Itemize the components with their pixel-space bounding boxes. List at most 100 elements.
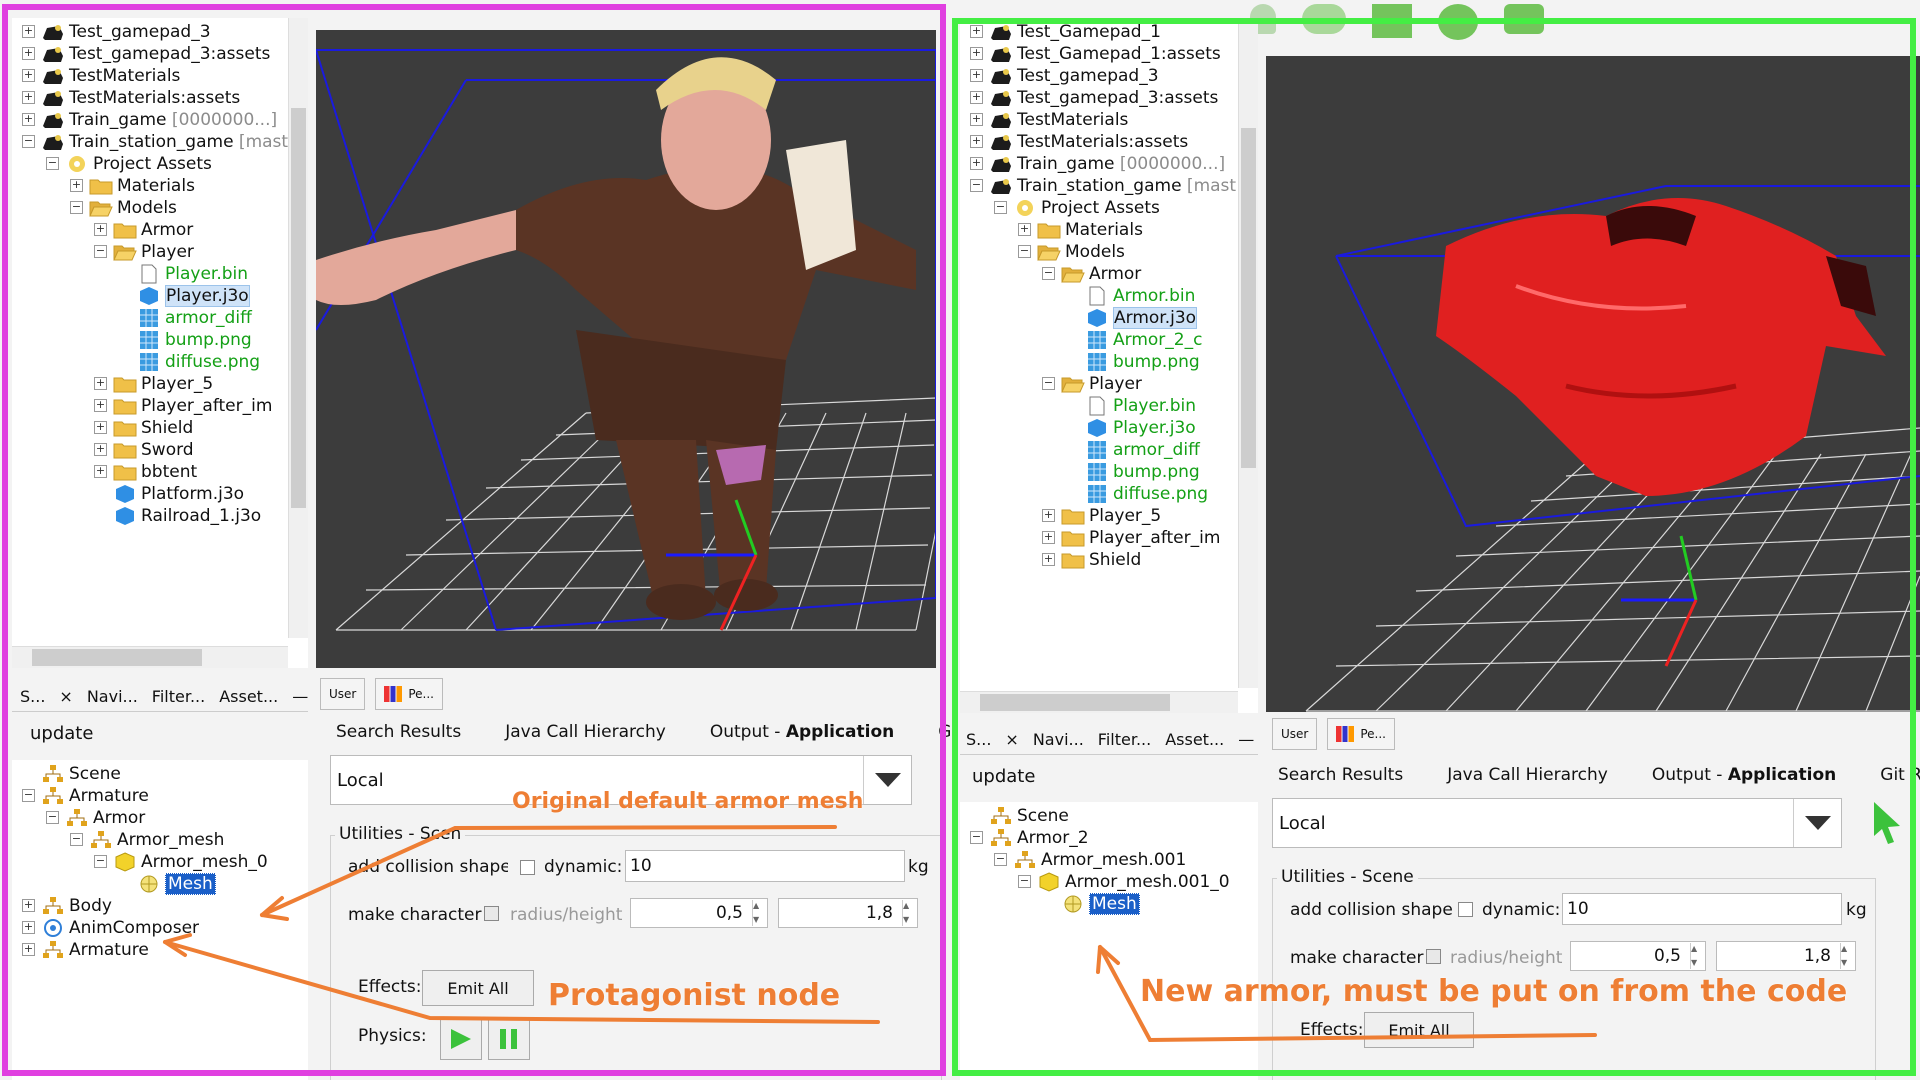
tab-asset-right[interactable]: Asset... (1165, 730, 1224, 749)
radius-input-right[interactable]: 0,5 (1570, 941, 1706, 971)
scene-viewport[interactable] (316, 30, 936, 668)
tab-scene-explorer-right[interactable]: S... (966, 730, 991, 749)
expand-toggle-icon[interactable]: + (1018, 223, 1031, 236)
scene-tree-item-row[interactable]: Mesh (1042, 890, 1140, 917)
collapse-toggle-icon[interactable]: − (22, 135, 35, 148)
tab-java-call-hierarchy[interactable]: Java Call Hierarchy (505, 722, 666, 742)
close-tab-icon-right[interactable]: × (1005, 730, 1018, 749)
pause-physics-button[interactable] (488, 1018, 530, 1060)
expand-toggle-icon[interactable]: + (970, 25, 983, 38)
collapse-toggle-icon[interactable]: − (994, 853, 1007, 866)
collapse-toggle-icon[interactable]: − (970, 179, 983, 192)
collapse-toggle-icon[interactable]: − (1042, 377, 1055, 390)
minimize-panel-button[interactable]: — (292, 687, 308, 706)
expand-toggle-icon[interactable]: + (94, 421, 107, 434)
height-input[interactable]: 1,8 (778, 898, 918, 928)
tab-git-right[interactable]: Git Rep (1880, 765, 1920, 785)
expand-toggle-icon[interactable]: + (970, 113, 983, 126)
chevron-down-icon-right[interactable] (1793, 799, 1841, 847)
chevron-down-icon[interactable] (863, 756, 911, 804)
close-tab-icon[interactable]: × (59, 687, 72, 706)
radius-checkbox[interactable] (484, 906, 499, 921)
scene-tree-item-row[interactable]: + Armature (22, 936, 149, 963)
collapse-toggle-icon[interactable]: − (94, 855, 107, 868)
collapse-toggle-icon[interactable]: − (970, 831, 983, 844)
tab-navigator[interactable]: Navi... (87, 687, 138, 706)
update-button[interactable]: update (30, 723, 93, 744)
project-tree-right-hscroll[interactable] (960, 691, 1238, 713)
collapse-toggle-icon[interactable]: − (994, 201, 1007, 214)
expand-toggle-icon[interactable]: + (970, 135, 983, 148)
expand-toggle-icon[interactable]: + (22, 113, 35, 126)
dynamic-checkbox[interactable] (520, 860, 535, 875)
expand-toggle-icon[interactable]: + (22, 943, 35, 956)
collapse-toggle-icon[interactable]: − (94, 245, 107, 258)
tab-search-results-right[interactable]: Search Results (1278, 765, 1403, 785)
expand-toggle-icon[interactable]: + (70, 179, 83, 192)
expand-toggle-icon[interactable]: + (970, 91, 983, 104)
height-input-right[interactable]: 1,8 (1716, 941, 1856, 971)
expand-toggle-icon[interactable]: + (1042, 553, 1055, 566)
radius-checkbox-right[interactable] (1426, 949, 1441, 964)
mass-input[interactable]: 10 (625, 850, 905, 882)
expand-toggle-icon[interactable]: + (970, 47, 983, 60)
expand-toggle-icon[interactable]: + (22, 91, 35, 104)
space-select-right[interactable]: Local (1272, 798, 1842, 848)
dynamic-checkbox-right[interactable] (1458, 902, 1473, 917)
scene-tree-item-row[interactable]: Mesh (118, 870, 216, 897)
tab-output-application-right[interactable]: Output - Application (1652, 765, 1836, 785)
expand-toggle-icon[interactable]: + (970, 69, 983, 82)
sphere-icon[interactable] (1438, 4, 1478, 40)
expand-toggle-icon[interactable]: + (1042, 509, 1055, 522)
expand-toggle-icon[interactable]: + (94, 223, 107, 236)
scene-viewport-right[interactable] (1266, 56, 1920, 712)
radius-spinner[interactable]: ▲ ▼ (752, 900, 766, 926)
play-physics-button[interactable] (440, 1018, 482, 1060)
expand-toggle-icon[interactable]: + (94, 443, 107, 456)
user-view-button[interactable]: User (320, 678, 366, 710)
expand-toggle-icon[interactable]: + (22, 899, 35, 912)
expand-toggle-icon[interactable]: + (94, 377, 107, 390)
tab-search-results[interactable]: Search Results (336, 722, 461, 742)
radius-spinner-right[interactable]: ▲ ▼ (1690, 943, 1704, 969)
tab-java-call-hierarchy-right[interactable]: Java Call Hierarchy (1447, 765, 1608, 785)
tab-asset[interactable]: Asset... (219, 687, 278, 706)
height-spinner[interactable]: ▲ ▼ (902, 900, 916, 926)
expand-toggle-icon[interactable]: + (22, 47, 35, 60)
collapse-toggle-icon[interactable]: − (1018, 875, 1031, 888)
collapse-toggle-icon[interactable]: − (70, 201, 83, 214)
emit-all-button-right[interactable]: Emit All (1364, 1012, 1474, 1048)
expand-toggle-icon[interactable]: + (970, 157, 983, 170)
select-tool-icon[interactable] (1870, 800, 1904, 850)
project-tree-item-row[interactable]: Railroad_1.j3o (94, 502, 261, 529)
perspective-button-right[interactable]: Pe... (1327, 718, 1395, 750)
radius-input[interactable]: 0,5 (630, 898, 768, 928)
expand-toggle-icon[interactable]: + (1042, 531, 1055, 544)
collapse-toggle-icon[interactable]: − (1018, 245, 1031, 258)
tab-git[interactable]: Git (938, 722, 950, 742)
perspective-button[interactable]: Pe... (375, 678, 443, 710)
tab-scene-explorer[interactable]: S... (20, 687, 45, 706)
tab-navigator-right[interactable]: Navi... (1033, 730, 1084, 749)
emit-all-button[interactable]: Emit All (422, 970, 534, 1006)
collapse-toggle-icon[interactable]: − (1042, 267, 1055, 280)
user-view-button-right[interactable]: User (1272, 718, 1318, 750)
update-button-right[interactable]: update (972, 766, 1035, 787)
tab-filter[interactable]: Filter... (152, 687, 205, 706)
project-tree-item-row[interactable]: + Shield (1042, 546, 1141, 573)
expand-toggle-icon[interactable]: + (94, 399, 107, 412)
expand-toggle-icon[interactable]: + (22, 25, 35, 38)
collapse-toggle-icon[interactable]: − (46, 157, 59, 170)
minimize-panel-button-right[interactable]: — (1238, 730, 1254, 749)
cube-icon[interactable] (1372, 4, 1412, 38)
mass-input-right[interactable]: 10 (1562, 893, 1842, 925)
tab-filter-right[interactable]: Filter... (1098, 730, 1151, 749)
collapse-toggle-icon[interactable]: − (22, 789, 35, 802)
tab-output-application[interactable]: Output - Application (710, 722, 894, 742)
collapse-toggle-icon[interactable]: − (70, 833, 83, 846)
project-tree-vscroll[interactable] (288, 18, 308, 638)
shape-icon[interactable] (1504, 4, 1544, 34)
collapse-toggle-icon[interactable]: − (46, 811, 59, 824)
expand-toggle-icon[interactable]: + (22, 921, 35, 934)
expand-toggle-icon[interactable]: + (22, 69, 35, 82)
